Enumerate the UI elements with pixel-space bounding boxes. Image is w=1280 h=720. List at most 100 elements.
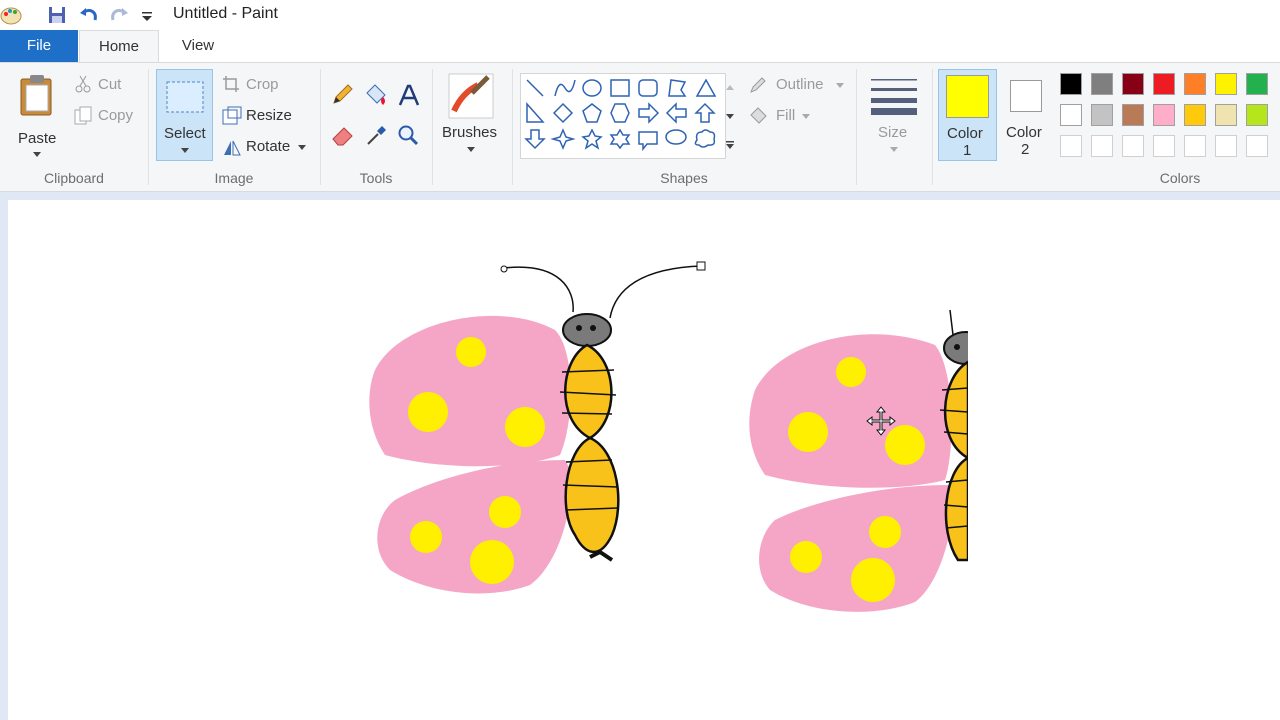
- paint-app-icon[interactable]: [0, 4, 22, 26]
- scissors-icon: [75, 75, 91, 93]
- color1-button[interactable]: Color 1: [938, 69, 997, 161]
- custom-color-slot[interactable]: [1060, 135, 1082, 157]
- oval-callout-shape-icon: [665, 129, 687, 145]
- outline-button[interactable]: Outline: [746, 73, 846, 97]
- color-swatch[interactable]: [1060, 73, 1082, 95]
- title-bar: Untitled - Paint: [0, 0, 1280, 30]
- color-swatch[interactable]: [1215, 73, 1237, 95]
- color-swatch[interactable]: [1153, 73, 1175, 95]
- redo-icon[interactable]: [108, 4, 130, 26]
- custom-color-slot[interactable]: [1153, 135, 1175, 157]
- tab-home[interactable]: Home: [79, 30, 159, 62]
- tab-view[interactable]: View: [168, 30, 228, 62]
- color-swatch[interactable]: [1184, 73, 1206, 95]
- crop-label: Crop: [246, 76, 279, 93]
- customize-quick-access-icon[interactable]: [136, 4, 158, 26]
- colors-group-label: Colors: [1159, 170, 1201, 186]
- outline-label: Outline: [776, 76, 824, 93]
- shapes-icons: [524, 78, 717, 152]
- color-swatch[interactable]: [1215, 104, 1237, 126]
- scroll-up-icon: [726, 85, 734, 90]
- hexagon-shape-icon: [610, 103, 630, 123]
- group-divider: [148, 69, 149, 185]
- resize-icon: [222, 106, 242, 125]
- polygon-shape-icon: [668, 79, 687, 97]
- fill-bucket-icon[interactable]: [363, 83, 389, 107]
- undo-icon[interactable]: [78, 4, 100, 26]
- size-button[interactable]: Size: [866, 69, 922, 161]
- scroll-down-icon: [726, 114, 734, 119]
- chevron-down-icon: [890, 147, 898, 152]
- color-swatch[interactable]: [1122, 104, 1144, 126]
- brushes-label: Brushes: [442, 124, 498, 141]
- copy-label: Copy: [98, 107, 134, 124]
- more-shapes-icon: [726, 141, 734, 149]
- clipboard-paste-icon: [20, 75, 52, 116]
- cut-label: Cut: [98, 76, 122, 93]
- pencil-icon[interactable]: [330, 83, 354, 107]
- chevron-down-icon: [33, 152, 41, 157]
- shapes-scroll[interactable]: [722, 73, 738, 159]
- paste-button[interactable]: Paste: [8, 69, 66, 159]
- custom-color-slot[interactable]: [1246, 135, 1268, 157]
- color-swatch[interactable]: [1184, 104, 1206, 126]
- file-tab[interactable]: File: [0, 30, 78, 62]
- left-arrow-shape-icon: [665, 102, 687, 124]
- chevron-down-icon: [467, 147, 475, 152]
- rotate-button[interactable]: Rotate: [220, 135, 312, 159]
- cut-button[interactable]: Cut: [72, 73, 142, 97]
- chevron-down-icon: [298, 145, 306, 150]
- color2-number: 2: [1021, 141, 1030, 158]
- right-triangle-shape-icon: [526, 102, 545, 123]
- custom-color-slot[interactable]: [1122, 135, 1144, 157]
- copy-button[interactable]: Copy: [72, 104, 142, 128]
- text-tool-button[interactable]: [397, 83, 421, 109]
- group-divider: [432, 69, 433, 185]
- color2-swatch: [1010, 80, 1042, 112]
- select-button[interactable]: Select: [156, 69, 213, 161]
- shapes-gallery[interactable]: [520, 73, 726, 159]
- oval-shape-icon: [582, 79, 602, 97]
- color-swatch[interactable]: [1246, 104, 1268, 126]
- color-swatch[interactable]: [1060, 104, 1082, 126]
- line-size-icon: [871, 79, 917, 115]
- drawing-canvas[interactable]: [8, 200, 1280, 720]
- outline-pen-icon: [750, 77, 766, 93]
- custom-color-slot[interactable]: [1215, 135, 1237, 157]
- color-picker-icon[interactable]: [365, 123, 389, 147]
- brushes-button[interactable]: Brushes: [440, 69, 502, 161]
- select-rectangle-icon: [166, 81, 204, 113]
- image-group-label: Image: [214, 170, 254, 186]
- color-swatch[interactable]: [1153, 104, 1175, 126]
- chevron-down-icon: [836, 83, 844, 88]
- curve-shape-icon: [554, 79, 576, 97]
- save-icon[interactable]: [46, 4, 68, 26]
- color2-label: Color: [1006, 124, 1042, 141]
- crop-button[interactable]: Crop: [220, 73, 300, 97]
- eraser-icon[interactable]: [330, 123, 356, 147]
- color-swatch[interactable]: [1091, 73, 1113, 95]
- crop-icon: [223, 76, 239, 92]
- magnifier-icon[interactable]: [396, 123, 420, 147]
- color1-number: 1: [963, 142, 972, 159]
- color2-button[interactable]: Color 2: [998, 69, 1054, 161]
- six-point-star-shape-icon: [609, 128, 631, 150]
- rectangle-shape-icon: [610, 79, 630, 97]
- custom-color-slot[interactable]: [1091, 135, 1113, 157]
- group-divider: [932, 69, 933, 185]
- custom-color-slot[interactable]: [1184, 135, 1206, 157]
- color-swatch[interactable]: [1091, 104, 1113, 126]
- color-swatch[interactable]: [1246, 73, 1268, 95]
- resize-button[interactable]: Resize: [220, 104, 300, 128]
- five-point-star-shape-icon: [581, 128, 603, 150]
- right-arrow-shape-icon: [638, 102, 660, 124]
- ribbon-tabs: File Home View: [0, 30, 1280, 62]
- color-swatch[interactable]: [1122, 73, 1144, 95]
- rotate-label: Rotate: [246, 138, 291, 155]
- group-divider: [856, 69, 857, 185]
- shapes-group-label: Shapes: [660, 170, 708, 186]
- tools-group-label: Tools: [359, 170, 393, 186]
- fill-button[interactable]: Fill: [746, 104, 826, 128]
- up-arrow-shape-icon: [694, 102, 716, 123]
- group-divider: [320, 69, 321, 185]
